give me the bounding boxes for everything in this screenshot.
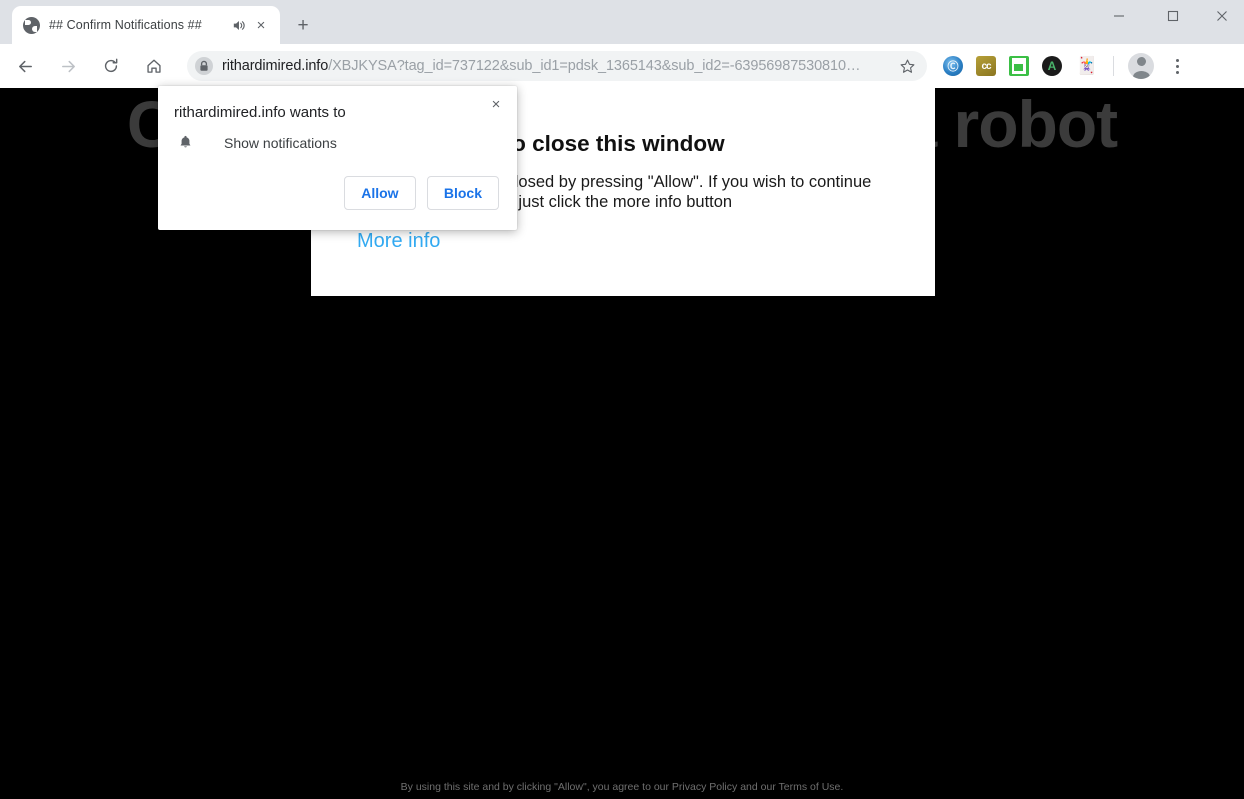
globe-icon — [23, 16, 40, 34]
extension-jester-icon[interactable]: 🃏 — [1075, 56, 1099, 76]
terms-of-use-link[interactable]: Terms of Use — [779, 781, 841, 793]
bookmark-star-icon[interactable] — [893, 52, 921, 80]
permission-label: Show notifications — [224, 134, 337, 151]
url-text: rithardimired.info/XBJKYSA?tag_id=737122… — [217, 58, 889, 74]
speaker-playing-icon[interactable] — [228, 15, 248, 35]
extension-adblock-icon[interactable] — [1042, 56, 1062, 76]
home-icon[interactable] — [139, 51, 169, 81]
extension-cc-icon[interactable]: cc — [976, 56, 996, 76]
permission-dialog-title: rithardimired.info wants to — [174, 104, 346, 121]
window-minimize-button[interactable] — [1096, 0, 1142, 32]
toolbar-divider — [1113, 56, 1114, 76]
footer-text-middle: and our — [737, 781, 779, 793]
bell-icon — [174, 134, 196, 151]
block-button[interactable]: Block — [426, 176, 499, 210]
browser-window: ## Confirm Notifications ## × + rithardi… — [0, 0, 1244, 799]
address-bar[interactable]: rithardimired.info/XBJKYSA?tag_id=737122… — [187, 51, 927, 81]
allow-button[interactable]: Allow — [343, 176, 416, 210]
browser-tab[interactable]: ## Confirm Notifications ## × — [12, 6, 280, 44]
extension-document-icon[interactable] — [1009, 56, 1029, 76]
window-close-button[interactable] — [1199, 0, 1244, 32]
window-maximize-button[interactable] — [1150, 0, 1196, 32]
extensions-area: cc 🃏 — [943, 56, 1099, 76]
privacy-policy-link[interactable]: Privacy Policy — [672, 781, 737, 793]
permission-row: Show notifications — [174, 134, 337, 151]
new-tab-button[interactable]: + — [290, 12, 316, 38]
tab-title: ## Confirm Notifications ## — [49, 18, 202, 32]
footer-disclaimer: By using this site and by clicking "Allo… — [0, 781, 1244, 793]
reload-icon[interactable] — [96, 51, 126, 81]
browser-toolbar: rithardimired.info/XBJKYSA?tag_id=737122… — [0, 44, 1244, 88]
notification-permission-dialog: rithardimired.info wants to × Show notif… — [158, 86, 517, 230]
permission-actions: Allow Block — [343, 176, 499, 210]
back-icon[interactable] — [10, 51, 40, 81]
footer-text-before: By using this site and by clicking "Allo… — [400, 781, 672, 793]
avatar[interactable] — [1128, 53, 1154, 79]
footer-text-after: . — [840, 781, 844, 793]
forward-icon[interactable] — [53, 51, 83, 81]
padlock-icon[interactable] — [191, 53, 217, 79]
close-icon[interactable]: × — [483, 91, 509, 117]
chrome-menu-icon[interactable] — [1164, 58, 1190, 74]
extension-globe-icon[interactable] — [943, 56, 963, 76]
url-path: /XBJKYSA?tag_id=737122&sub_id1=pdsk_1365… — [328, 58, 861, 74]
more-info-link[interactable]: More info — [357, 230, 440, 253]
tab-close-button[interactable]: × — [250, 14, 272, 36]
url-host: rithardimired.info — [222, 58, 329, 74]
tab-strip: ## Confirm Notifications ## × + — [0, 0, 1244, 44]
